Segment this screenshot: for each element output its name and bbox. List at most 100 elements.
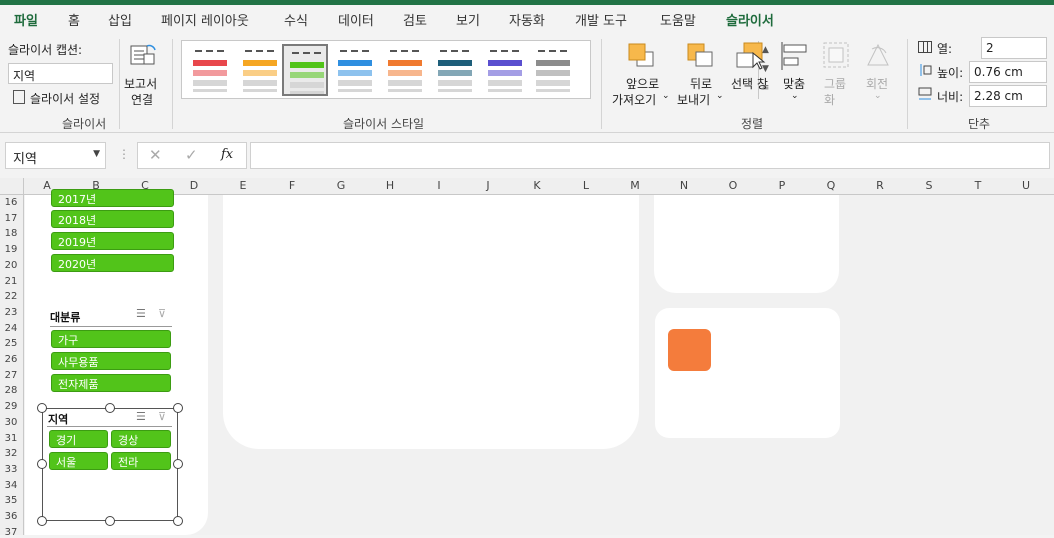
tab-home[interactable]: 홈 xyxy=(68,10,80,29)
row-header-cell[interactable]: 32 xyxy=(0,448,22,459)
report-connections-button[interactable]: 보고서 xyxy=(124,75,157,92)
name-box[interactable]: 지역 ▼ xyxy=(5,142,106,169)
clear-filter-icon[interactable]: ⊽ xyxy=(158,410,166,423)
insert-function-icon[interactable]: fx xyxy=(221,147,233,162)
column-header-cell[interactable]: J xyxy=(478,179,498,192)
slicer-style-swatch[interactable] xyxy=(382,44,428,96)
slicer-item-category[interactable]: 전자제품 xyxy=(51,374,171,392)
row-header-cell[interactable]: 20 xyxy=(0,260,22,271)
cancel-icon[interactable]: ✕ xyxy=(149,146,162,164)
column-header-cell[interactable]: K xyxy=(527,179,547,192)
column-header-cell[interactable]: R xyxy=(870,179,890,192)
column-header-cell[interactable]: N xyxy=(674,179,694,192)
resize-handle[interactable] xyxy=(37,459,47,469)
formula-input[interactable] xyxy=(250,142,1050,169)
slicer-style-swatch[interactable] xyxy=(332,44,378,96)
row-header-cell[interactable]: 21 xyxy=(0,276,22,287)
slicer-item-year[interactable]: 2018년 xyxy=(51,210,174,228)
slicer-item-year[interactable]: 2020년 xyxy=(51,254,174,272)
resize-handle[interactable] xyxy=(37,403,47,413)
resize-handle[interactable] xyxy=(173,516,183,526)
tab-insert[interactable]: 삽입 xyxy=(108,10,132,29)
tab-review[interactable]: 검토 xyxy=(403,10,427,29)
resize-handle[interactable] xyxy=(105,516,115,526)
resize-handle[interactable] xyxy=(37,516,47,526)
slicer-item-region[interactable]: 경기 xyxy=(49,430,108,448)
row-header-cell[interactable]: 37 xyxy=(0,527,22,538)
tab-developer[interactable]: 개발 도구 xyxy=(575,10,627,29)
column-header-cell[interactable]: S xyxy=(919,179,939,192)
tab-automate[interactable]: 자동화 xyxy=(509,10,545,29)
tab-help[interactable]: 도움말 xyxy=(660,10,696,29)
row-header-cell[interactable]: 26 xyxy=(0,354,22,365)
row-header-cell[interactable]: 31 xyxy=(0,433,22,444)
column-header-cell[interactable]: H xyxy=(380,179,400,192)
group-button[interactable]: 그룹 xyxy=(824,75,846,92)
column-header-cell[interactable]: I xyxy=(429,179,449,192)
column-header-cell[interactable]: Q xyxy=(821,179,841,192)
column-header-cell[interactable]: D xyxy=(184,179,204,192)
confirm-icon[interactable]: ✓ xyxy=(185,146,198,164)
select-all-corner[interactable] xyxy=(0,178,24,195)
slicer-item-year[interactable]: 2017년 xyxy=(51,189,174,207)
slicer-item-year[interactable]: 2019년 xyxy=(51,232,174,250)
row-header-cell[interactable]: 19 xyxy=(0,244,22,255)
slicer-style-swatch[interactable] xyxy=(237,44,283,96)
tab-file[interactable]: 파일 xyxy=(14,10,38,29)
row-header-cell[interactable]: 28 xyxy=(0,385,22,396)
slicer-style-swatch[interactable] xyxy=(432,44,478,96)
worksheet[interactable]: 2017년 2018년 2019년 2020년 대분류 ☰ ⊽ 가구 사무용품 … xyxy=(25,189,1054,535)
column-header-cell[interactable]: M xyxy=(625,179,645,192)
tab-page-layout[interactable]: 페이지 레이아웃 xyxy=(161,10,249,29)
multi-select-icon[interactable]: ☰ xyxy=(136,307,146,320)
resize-handle[interactable] xyxy=(173,403,183,413)
row-header-cell[interactable]: 36 xyxy=(0,511,22,522)
slicer-styles-gallery[interactable]: ▲ ▼ ≡ xyxy=(181,40,769,99)
width-input[interactable]: 2.28 cm xyxy=(969,85,1047,107)
slicer-item-category[interactable]: 사무용품 xyxy=(51,352,171,370)
rotate-button[interactable]: 회전 xyxy=(866,75,888,92)
slicer-item-region[interactable]: 경상 xyxy=(111,430,171,448)
slicer-item-region[interactable]: 서울 xyxy=(49,452,108,470)
columns-input[interactable]: 2 xyxy=(981,37,1047,59)
column-header-cell[interactable]: G xyxy=(331,179,351,192)
row-header-cell[interactable]: 18 xyxy=(0,228,22,239)
send-backward-button[interactable]: 뒤로 xyxy=(690,75,712,92)
row-header-cell[interactable]: 30 xyxy=(0,417,22,428)
slicer-settings-button[interactable]: 슬라이서 설정 xyxy=(30,90,100,107)
row-header-cell[interactable]: 16 xyxy=(0,197,22,208)
selection-pane-button[interactable]: 선택 창 xyxy=(731,75,768,92)
tab-formulas[interactable]: 수식 xyxy=(284,10,308,29)
resize-handle[interactable] xyxy=(173,459,183,469)
tab-data[interactable]: 데이터 xyxy=(338,10,374,29)
bring-forward-button[interactable]: 앞으로 xyxy=(626,75,659,92)
column-header-cell[interactable]: E xyxy=(233,179,253,192)
slicer-item-category[interactable]: 가구 xyxy=(51,330,171,348)
align-button[interactable]: 맞춤 xyxy=(783,75,805,92)
column-header-cell[interactable]: L xyxy=(576,179,596,192)
row-header-cell[interactable]: 34 xyxy=(0,480,22,491)
column-header-cell[interactable]: T xyxy=(968,179,988,192)
column-header-cell[interactable]: F xyxy=(282,179,302,192)
caption-input[interactable]: 지역 xyxy=(8,63,113,84)
slicer-style-swatch[interactable] xyxy=(187,44,233,96)
resize-handle[interactable] xyxy=(105,403,115,413)
slicer-style-swatch[interactable] xyxy=(282,44,328,96)
height-input[interactable]: 0.76 cm xyxy=(969,61,1047,83)
tab-view[interactable]: 보기 xyxy=(456,10,480,29)
column-header-cell[interactable]: P xyxy=(772,179,792,192)
row-header-cell[interactable]: 35 xyxy=(0,495,22,506)
row-header-cell[interactable]: 22 xyxy=(0,291,22,302)
slicer-item-region[interactable]: 전라 xyxy=(111,452,171,470)
column-header-cell[interactable]: U xyxy=(1016,179,1036,192)
row-header-cell[interactable]: 24 xyxy=(0,323,22,334)
row-header-cell[interactable]: 23 xyxy=(0,307,22,318)
slicer-style-swatch[interactable] xyxy=(530,44,576,96)
row-header-cell[interactable]: 17 xyxy=(0,213,22,224)
tab-slicer[interactable]: 슬라이서 xyxy=(726,10,774,29)
row-header-cell[interactable]: 33 xyxy=(0,464,22,475)
column-header-cell[interactable]: O xyxy=(723,179,743,192)
slicer-style-swatch[interactable] xyxy=(482,44,528,96)
row-header-cell[interactable]: 27 xyxy=(0,370,22,381)
row-header-cell[interactable]: 29 xyxy=(0,401,22,412)
